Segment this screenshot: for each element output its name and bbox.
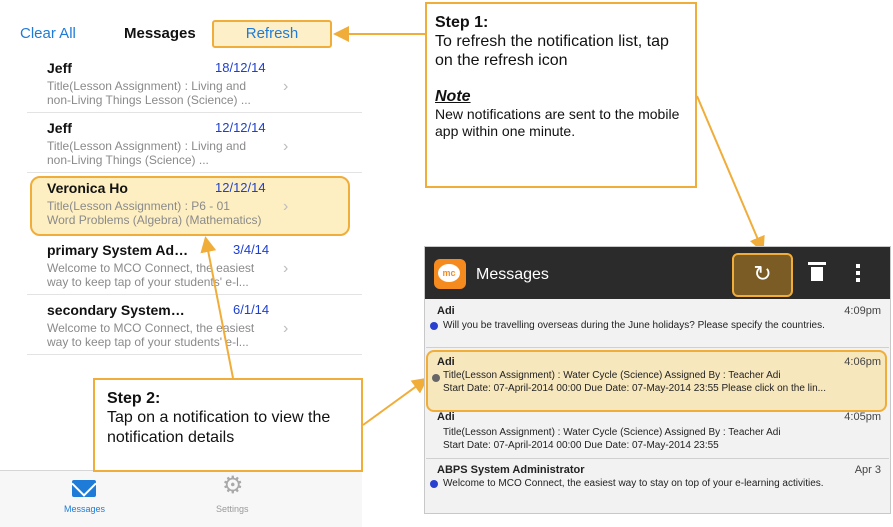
step1-heading: Step 1: bbox=[435, 14, 489, 31]
message-time: 4:09pm bbox=[844, 305, 881, 317]
overflow-menu-icon[interactable] bbox=[856, 264, 860, 282]
step1-text: To refresh the notification list, tap on… bbox=[435, 33, 669, 69]
step1-callout: Step 1: To refresh the notification list… bbox=[425, 2, 697, 188]
trash-icon[interactable] bbox=[808, 262, 826, 282]
message-preview: Welcome to MCO Connect, the easiest way … bbox=[443, 478, 824, 489]
list-item[interactable]: Adi 4:09pm Will you be travelling overse… bbox=[426, 305, 889, 345]
read-dot-icon bbox=[432, 374, 440, 382]
sender-name: Adi bbox=[437, 305, 455, 317]
divider bbox=[426, 347, 889, 348]
divider bbox=[426, 458, 889, 459]
message-preview: Start Date: 07-April-2014 00:00 Due Date… bbox=[443, 440, 719, 451]
message-preview: Title(Lesson Assignment) : Water Cycle (… bbox=[443, 427, 781, 438]
sender-name: Adi bbox=[437, 411, 455, 423]
sender-name: Adi bbox=[437, 356, 455, 368]
step2-text: Tap on a notification to view the notifi… bbox=[107, 409, 331, 446]
page-title: Messages bbox=[476, 266, 549, 283]
note-text: New notifications are sent to the mobile… bbox=[435, 106, 680, 139]
message-time: 4:05pm bbox=[844, 411, 881, 423]
refresh-icon[interactable]: ↻ bbox=[732, 253, 793, 297]
message-time: 4:06pm bbox=[844, 356, 881, 368]
message-preview: Will you be travelling overseas during t… bbox=[443, 320, 825, 331]
message-time: Apr 3 bbox=[854, 464, 881, 476]
app-logo-icon: mc bbox=[434, 259, 466, 289]
unread-dot-icon bbox=[430, 480, 438, 488]
list-item[interactable]: Adi 4:05pm Title(Lesson Assignment) : Wa… bbox=[426, 411, 889, 457]
list-item[interactable]: ABPS System Administrator Apr 3 Welcome … bbox=[426, 464, 889, 504]
step2-heading: Step 2: bbox=[107, 390, 161, 407]
step2-callout: Step 2: Tap on a notification to view th… bbox=[93, 378, 363, 472]
message-preview: Title(Lesson Assignment) : Water Cycle (… bbox=[443, 370, 781, 381]
unread-dot-icon bbox=[430, 322, 438, 330]
note-heading: Note bbox=[435, 88, 471, 105]
sender-name: ABPS System Administrator bbox=[437, 464, 585, 476]
message-preview: Start Date: 07-April-2014 00:00 Due Date… bbox=[443, 383, 826, 394]
list-item[interactable]: Adi 4:06pm Title(Lesson Assignment) : Wa… bbox=[426, 356, 889, 408]
